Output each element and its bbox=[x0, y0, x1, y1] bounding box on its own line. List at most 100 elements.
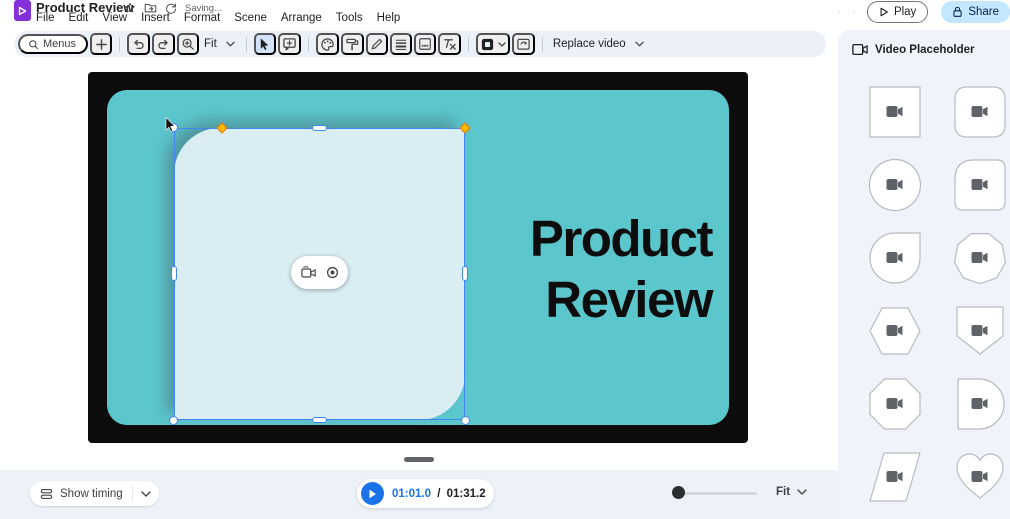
shape-tile-teardrop[interactable] bbox=[867, 230, 923, 287]
zoom-slider-track[interactable] bbox=[680, 492, 757, 495]
mask-shape-button[interactable] bbox=[475, 33, 510, 55]
divider bbox=[541, 36, 543, 52]
handle-left-mid[interactable] bbox=[171, 266, 177, 281]
replace-image-button[interactable] bbox=[511, 33, 535, 55]
mask-caret-icon bbox=[498, 41, 506, 47]
handle-right-mid[interactable] bbox=[462, 266, 468, 281]
shape-tile-hexagon[interactable] bbox=[867, 303, 923, 360]
slide-title-line1: Product bbox=[529, 210, 714, 267]
image-fill-icon bbox=[418, 38, 431, 50]
shape-tile-rounded-corner-square[interactable] bbox=[952, 157, 1008, 214]
search-icon bbox=[29, 39, 39, 49]
handle-top-mid[interactable] bbox=[312, 125, 327, 131]
chevron-down-icon bbox=[140, 490, 151, 497]
mouse-cursor bbox=[165, 117, 176, 132]
image-fill-button[interactable] bbox=[413, 33, 436, 55]
add-comment-button[interactable] bbox=[277, 33, 301, 55]
share-button[interactable]: Share bbox=[941, 1, 1010, 23]
zoom-fit-control[interactable]: Fit bbox=[776, 486, 807, 498]
shape-tile-half-round[interactable] bbox=[952, 376, 1008, 433]
play-icon bbox=[880, 7, 888, 17]
shape-tile-nonagon[interactable] bbox=[952, 230, 1008, 287]
new-slide-button[interactable] bbox=[90, 33, 113, 55]
handle-bottom-mid[interactable] bbox=[312, 417, 327, 423]
pen-icon bbox=[371, 38, 383, 50]
select-tool-button[interactable] bbox=[253, 33, 276, 55]
menu-bar: File Edit View Insert Format Scene Arrange Tool… bbox=[29, 11, 407, 25]
slide[interactable]: Product Review bbox=[107, 90, 729, 425]
paint-roller-icon bbox=[346, 38, 359, 50]
redo-button[interactable] bbox=[152, 33, 176, 55]
play-button-label: Play bbox=[893, 6, 917, 18]
show-timing-dropdown[interactable] bbox=[133, 490, 159, 497]
slide-title[interactable]: Product Review bbox=[529, 208, 714, 330]
palette-icon bbox=[321, 37, 334, 51]
handle-bottom-left[interactable] bbox=[169, 416, 178, 425]
video-placeholder-panel: Video Placeholder bbox=[838, 30, 1010, 519]
shape-tile-parallelogram[interactable] bbox=[867, 449, 923, 506]
record-icon[interactable] bbox=[326, 266, 339, 279]
divider bbox=[307, 36, 309, 52]
shape-tile-heart[interactable] bbox=[952, 449, 1008, 506]
comments-icon[interactable] bbox=[852, 4, 854, 20]
pen-button[interactable] bbox=[365, 33, 388, 55]
undo-button[interactable] bbox=[127, 33, 151, 55]
time-display: 01:01.0 / 01:31.2 bbox=[392, 488, 486, 500]
shape-tile-square[interactable] bbox=[867, 84, 923, 141]
clear-formatting-button[interactable] bbox=[437, 33, 461, 55]
total-time: 01:31.2 bbox=[446, 487, 486, 500]
replace-video-caret-icon[interactable] bbox=[634, 41, 644, 47]
fit-dropdown-caret-icon[interactable] bbox=[226, 41, 235, 47]
playback-play-button[interactable] bbox=[361, 482, 384, 505]
zoom-in-icon bbox=[182, 38, 194, 50]
menu-tools[interactable]: Tools bbox=[329, 11, 370, 25]
shape-tile-octagon[interactable] bbox=[867, 376, 923, 433]
show-timing-control: Show timing bbox=[30, 481, 159, 506]
menu-scene[interactable]: Scene bbox=[227, 11, 274, 25]
shape-tile-banner[interactable] bbox=[952, 303, 1008, 360]
plus-icon bbox=[95, 38, 107, 50]
zoom-fit-label: Fit bbox=[776, 486, 791, 498]
menu-arrange[interactable]: Arrange bbox=[274, 11, 329, 25]
zoom-slider-knob[interactable] bbox=[672, 486, 685, 499]
panel-resize-handle[interactable] bbox=[404, 457, 434, 462]
divider bbox=[467, 36, 469, 52]
videocam-icon bbox=[852, 43, 868, 56]
comment-add-icon bbox=[283, 38, 296, 51]
play-button[interactable]: Play bbox=[866, 1, 929, 23]
menus-search-button[interactable]: Menus bbox=[18, 34, 89, 54]
paint-format-button[interactable] bbox=[340, 33, 364, 55]
menu-edit[interactable]: Edit bbox=[62, 11, 96, 25]
panel-title: Video Placeholder bbox=[875, 43, 975, 56]
lock-icon bbox=[953, 6, 962, 17]
replace-video-button[interactable]: Replace video bbox=[553, 38, 626, 50]
menu-format[interactable]: Format bbox=[177, 11, 227, 25]
line-weight-button[interactable] bbox=[389, 33, 412, 55]
shape-tile-rounded-square[interactable] bbox=[952, 84, 1008, 141]
current-time: 01:01.0 bbox=[392, 487, 432, 500]
shape-tile-circle[interactable] bbox=[867, 157, 923, 214]
show-timing-label: Show timing bbox=[60, 487, 123, 500]
fill-color-button[interactable] bbox=[315, 33, 339, 55]
zoom-fit-label[interactable]: Fit bbox=[204, 38, 217, 50]
menu-file[interactable]: File bbox=[29, 11, 62, 25]
show-timing-button[interactable]: Show timing bbox=[30, 488, 132, 500]
insert-video-icon[interactable] bbox=[300, 266, 317, 279]
video-placeholder-selection bbox=[169, 122, 471, 425]
menu-view[interactable]: View bbox=[95, 11, 134, 25]
slide-canvas-frame: Product Review bbox=[88, 72, 748, 443]
menus-label: Menus bbox=[43, 38, 77, 50]
clear-format-icon bbox=[443, 39, 456, 50]
version-history-icon[interactable] bbox=[838, 4, 840, 21]
google-vids-app: Product Review Saving... File Edit View Ins… bbox=[0, 0, 1010, 519]
mask-icon bbox=[481, 38, 493, 50]
menu-help[interactable]: Help bbox=[370, 11, 408, 25]
time-separator: / bbox=[437, 487, 441, 500]
zoom-button[interactable] bbox=[177, 33, 200, 55]
handle-bottom-right[interactable] bbox=[461, 416, 470, 425]
replace-image-icon bbox=[517, 38, 530, 50]
share-button-label: Share bbox=[968, 6, 999, 18]
slide-title-line2: Review bbox=[545, 271, 713, 328]
undo-icon bbox=[134, 39, 144, 50]
menu-insert[interactable]: Insert bbox=[134, 11, 177, 25]
